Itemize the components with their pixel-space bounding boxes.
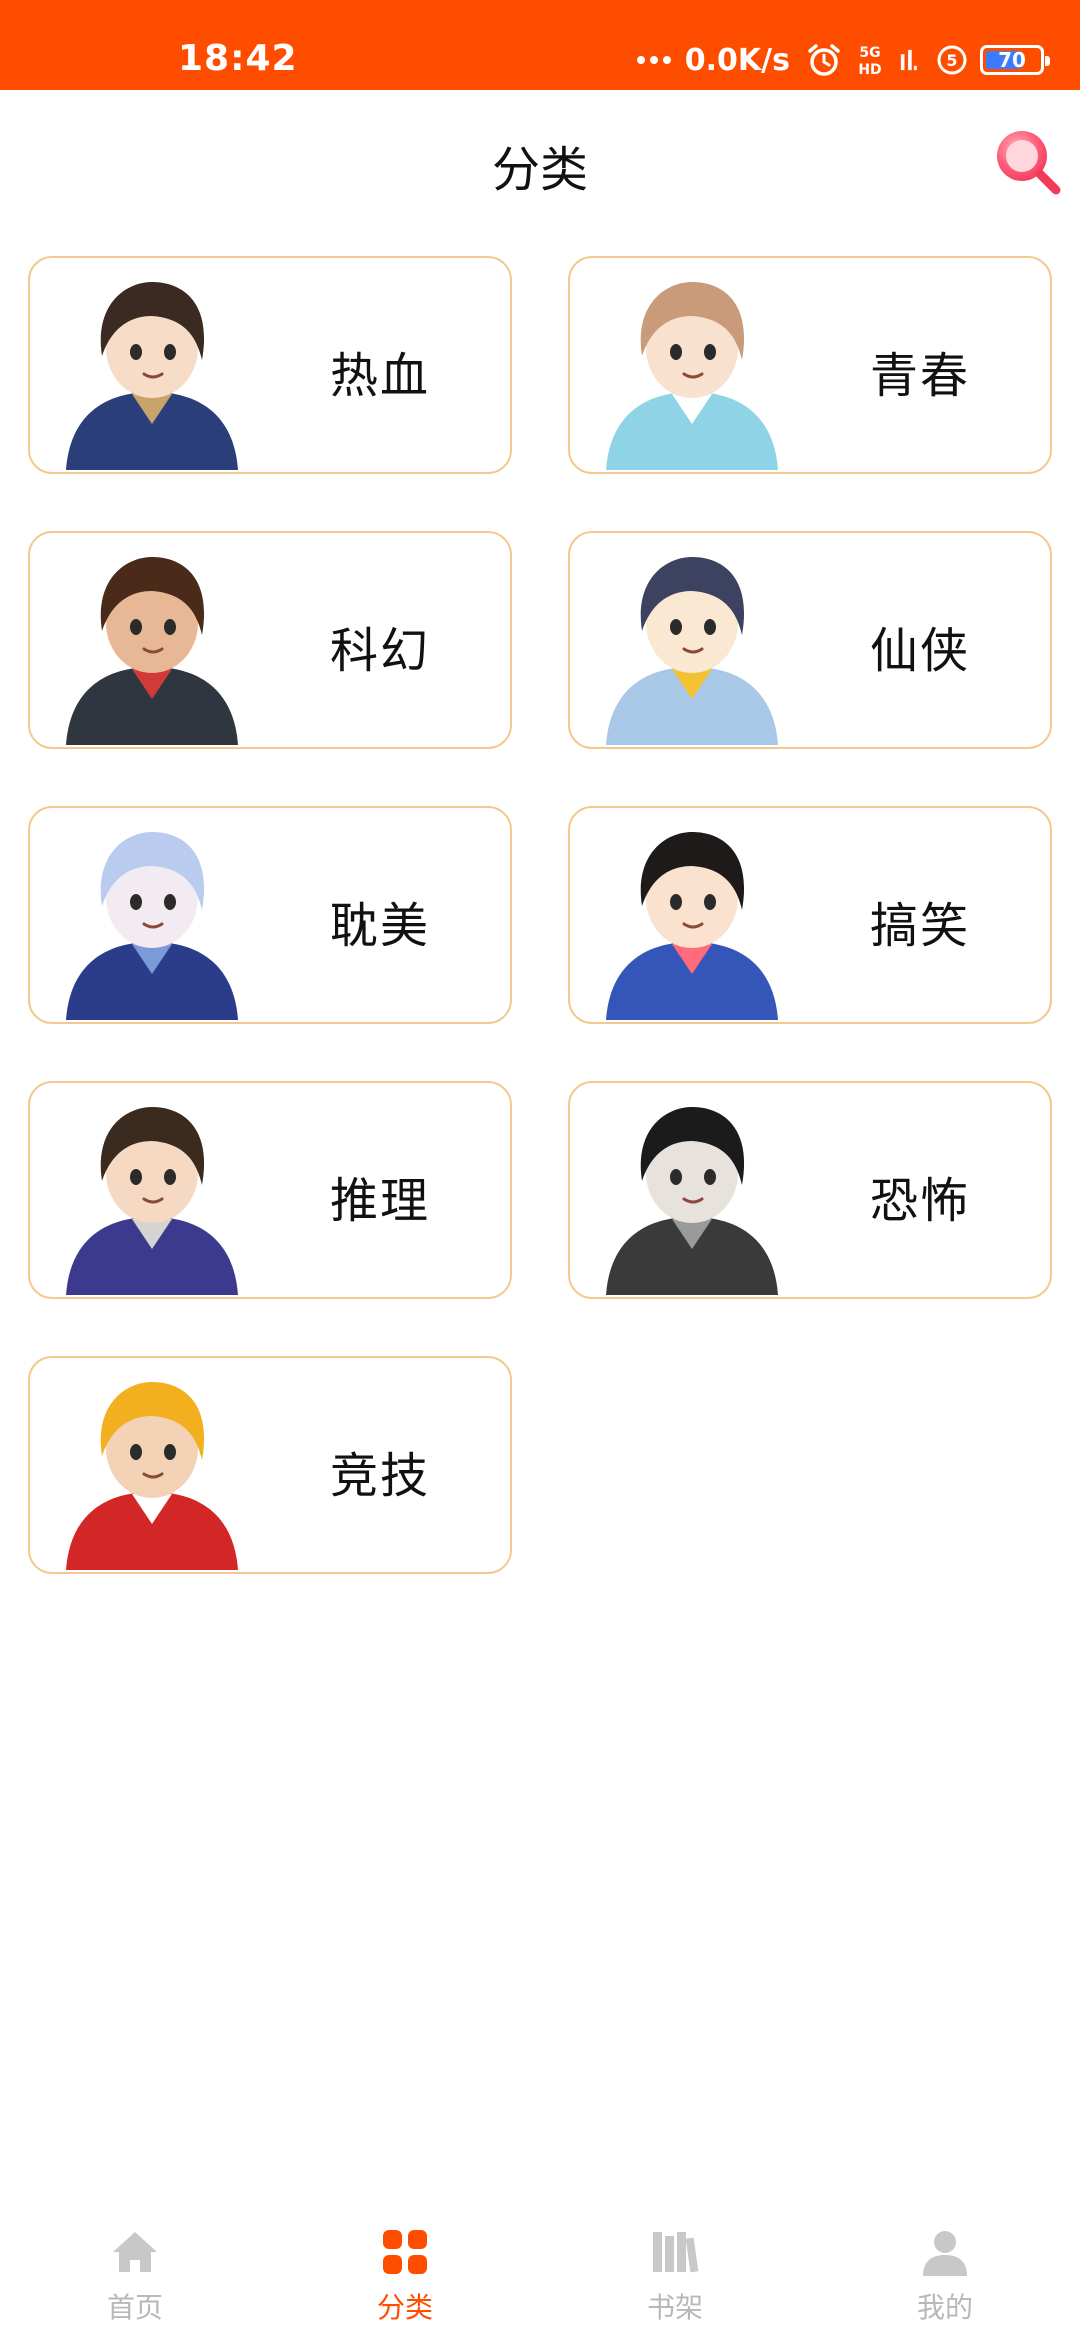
character-art-danmei [66,832,238,1020]
nav-item-category[interactable]: 分类 [270,2200,540,2340]
character-art-xianxia [606,557,778,745]
category-label: 仙侠 [870,623,971,679]
page-title: 分类 [491,142,588,198]
character-art-mystery [66,1107,238,1295]
signal-icon [900,49,917,71]
category-card[interactable]: 恐怖 [568,1081,1052,1299]
bottom-nav: 首页 分类 书架 我的 [0,2200,1080,2340]
nav-label-home: 首页 [106,2291,163,2324]
category-label: 青春 [870,348,971,404]
battery-level: 70 [998,48,1026,72]
sim-5-icon: 5 [937,45,967,75]
home-icon [113,2232,157,2272]
character-art-comedy [606,832,778,1020]
category-label: 科幻 [330,623,431,679]
category-label: 耽美 [330,898,431,954]
character-art-youth [606,282,778,470]
alarm-icon [808,44,840,76]
status-bar: 18:42 0.0K/s 5G HD 5 70 [0,0,1080,90]
network-speed: 0.0K/s [684,42,790,78]
nav-label-profile: 我的 [916,2291,973,2324]
category-card[interactable]: 科幻 [28,531,512,749]
category-card[interactable]: 青春 [568,256,1052,474]
nav-item-home[interactable]: 首页 [0,2200,270,2340]
search-icon[interactable] [990,124,1062,196]
category-card[interactable]: 热血 [28,256,512,474]
svg-text:5G: 5G [859,45,880,61]
bookshelf-icon [653,2232,699,2273]
category-label: 推理 [330,1173,431,1229]
character-art-horror [606,1107,778,1295]
svg-text:HD: HD [858,62,881,78]
character-art-sci-fi [66,557,238,745]
character-art-hot-blooded [66,282,238,470]
nav-item-bookshelf[interactable]: 书架 [540,2200,810,2340]
nav-label-category: 分类 [376,2291,433,2324]
category-grid-icon [383,2230,427,2274]
more-dots-icon [636,56,671,64]
category-card[interactable]: 搞笑 [568,806,1052,1024]
character-art-sports [66,1382,238,1570]
category-card[interactable]: 仙侠 [568,531,1052,749]
profile-icon [923,2231,967,2276]
header: 分类 [0,90,1080,230]
category-card[interactable]: 竞技 [28,1356,512,1574]
nav-label-bookshelf: 书架 [646,2291,703,2324]
category-card[interactable]: 推理 [28,1081,512,1299]
category-label: 热血 [330,348,431,404]
category-label: 竞技 [330,1448,431,1504]
battery-icon: 70 [980,45,1050,75]
category-card[interactable]: 耽美 [28,806,512,1024]
5g-hd-icon: 5G HD [858,45,881,78]
status-time: 18:42 [178,38,298,79]
category-label: 恐怖 [870,1173,971,1229]
status-icons: 0.0K/s 5G HD 5 70 [636,40,1050,80]
svg-text:5: 5 [946,51,957,70]
category-label: 搞笑 [870,898,971,954]
nav-item-profile[interactable]: 我的 [810,2200,1080,2340]
